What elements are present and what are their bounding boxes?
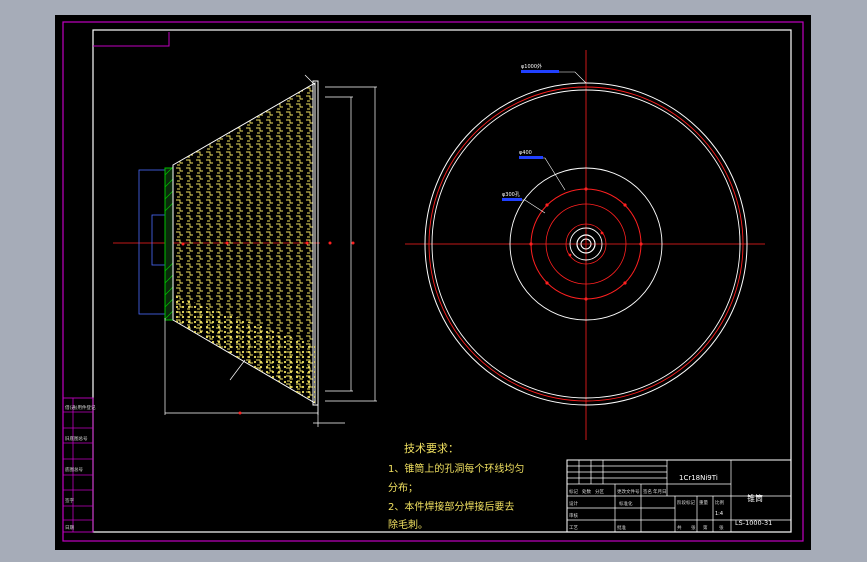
header-row-5: 签名 [643,488,652,495]
side-view [113,74,377,427]
tech-heading: 技术要求： [404,442,459,455]
callout-top: φ1000外 [521,63,542,70]
drawing-viewport[interactable]: φ1000外 φ400 φ300孔 技术要求： 1、锥筒上的孔洞每个环线均匀 分… [55,15,811,550]
cad-drawing: φ1000外 φ400 φ300孔 技术要求： 1、锥筒上的孔洞每个环线均匀 分… [62,21,804,542]
stage-weight: 重量 [699,499,708,506]
side-row-2: 旧底图总号 [65,435,88,442]
sheet-total: 共 [677,524,682,531]
stage-mark: 阶段标记 [677,499,695,506]
side-row-4: 签字 [65,497,74,504]
header-row-1: 标记 [569,488,578,495]
side-row-3: 底图总号 [65,466,83,473]
stage-scale: 比例 [715,499,724,506]
tech-line-3: 2、本件焊接部分焊接后要去 [388,500,514,513]
weld-strip [164,167,174,321]
header-row-2: 处数 [582,488,591,495]
label-process: 工艺 [569,525,578,531]
title-block: 1Cr18Ni9Ti 锥筒 LS-1000-31 1:4 标记 处数 分区 更改… [566,459,792,533]
label-check: 审核 [569,512,578,519]
material: 1Cr18Ni9Ti [679,474,718,482]
side-row-1: 借(通)用件登记 [65,404,96,411]
drawing-number: LS-1000-31 [735,519,772,527]
front-view: φ1000外 φ400 φ300孔 [405,50,765,440]
sheet-no: 第 [703,524,708,531]
scale: 1:4 [715,511,723,517]
label-standard: 标准化 [619,500,633,507]
header-row-4: 更改文件号 [617,488,640,495]
code-box [93,32,170,47]
tech-line-4: 除毛刺。 [388,518,428,531]
tech-line-2: 分布； [388,482,418,494]
tech-line-1: 1、锥筒上的孔洞每个环线均匀 [388,462,524,475]
header-row-3: 分区 [595,488,604,495]
header-row-6: 年月日 [653,488,667,495]
label-approve: 批准 [617,524,626,531]
side-row-5: 日期 [65,525,74,531]
sheet-no-unit: 张 [719,524,724,531]
callout-inner: φ300孔 [502,191,520,198]
label-design: 设计 [569,500,578,507]
side-table: 借(通)用件登记 旧底图总号 底图总号 签字 日期 [62,397,96,533]
sheet-total-unit: 张 [691,524,696,531]
callout-mid: φ400 [519,150,532,156]
part-name: 锥筒 [747,493,763,503]
tech-requirements: 技术要求： 1、锥筒上的孔洞每个环线均匀 分布； 2、本件焊接部分焊接后要去 除… [388,442,524,531]
